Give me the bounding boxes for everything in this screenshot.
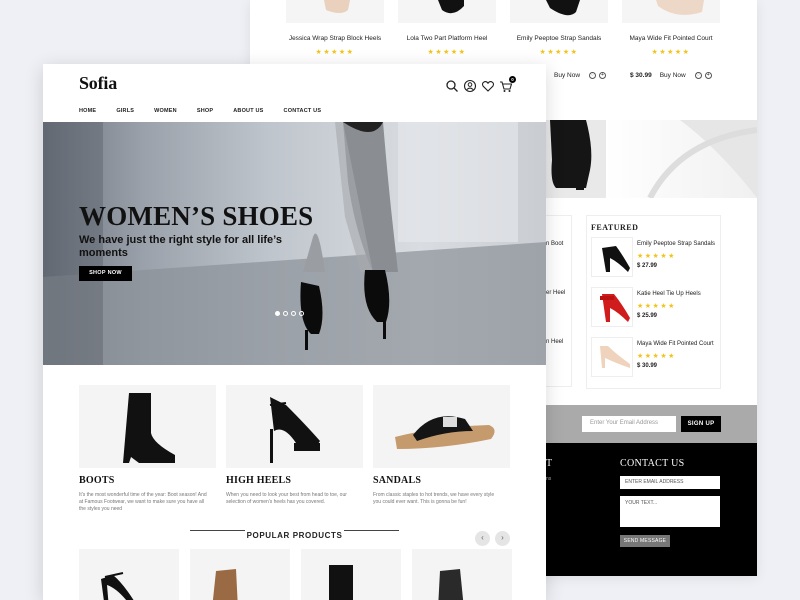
- contact-email-input[interactable]: ENTER EMAIL ADDRESS: [620, 476, 720, 489]
- product-name[interactable]: er Heel: [546, 290, 565, 296]
- popular-product-card[interactable]: [412, 549, 512, 600]
- contact-us-title: CONTACT US: [620, 458, 685, 469]
- product-name[interactable]: Emily Peeptoe Strap Sandals: [637, 241, 715, 247]
- logo[interactable]: Sofia: [79, 73, 117, 94]
- category-image[interactable]: [226, 385, 363, 468]
- popular-product-card[interactable]: [79, 549, 179, 600]
- hero-banner: WOMEN’S SHOES We have just the right sty…: [43, 122, 546, 365]
- product-price: $ 30.99: [637, 363, 658, 369]
- product-image[interactable]: [398, 0, 496, 23]
- product-image[interactable]: [286, 0, 384, 23]
- rating-stars: ★★★★★: [539, 49, 579, 56]
- product-name[interactable]: Lola Two Part Platform Heel: [398, 35, 496, 42]
- rating-stars: ★★★★★: [427, 49, 467, 56]
- product-price: $ 25.99: [637, 313, 658, 319]
- carousel-dot[interactable]: [275, 311, 280, 316]
- carousel-dot[interactable]: [283, 311, 288, 316]
- prev-arrow-icon[interactable]: ‹: [475, 531, 490, 546]
- product-name[interactable]: n Heel: [546, 339, 563, 345]
- rating-stars: ★★★★★: [637, 303, 676, 310]
- featured-title: FEATURED: [591, 223, 639, 232]
- featured-item[interactable]: Emily Peeptoe Strap Sandals ★★★★★ $ 27.9…: [591, 237, 719, 277]
- product-name[interactable]: Emily Peeptoe Strap Sandals: [510, 35, 608, 42]
- category-card-high-heels[interactable]: HIGH HEELS When you need to look your be…: [226, 385, 363, 506]
- popular-product-card[interactable]: [301, 549, 401, 600]
- category-description: It's the most wonderful time of the year…: [79, 492, 207, 512]
- cart-icon[interactable]: 0: [499, 76, 516, 93]
- category-image[interactable]: [373, 385, 510, 468]
- product-price: $ 27.99: [637, 263, 658, 269]
- product-image[interactable]: [510, 0, 608, 23]
- footer: T ns CONTACT US ENTER EMAIL ADDRESS YOUR…: [546, 443, 757, 576]
- product-image[interactable]: [591, 237, 633, 277]
- product-image[interactable]: [591, 337, 633, 377]
- category-image[interactable]: [79, 385, 216, 468]
- carousel-dots: [275, 311, 304, 316]
- nav-item-about-us[interactable]: ABOUT US: [233, 108, 263, 114]
- popular-product-card[interactable]: [190, 549, 290, 600]
- featured-panel: FEATURED Emily Peeptoe Strap Sandals ★★★…: [586, 215, 721, 389]
- category-description: When you need to look your best from hea…: [226, 492, 347, 505]
- send-message-button[interactable]: SEND MESSAGE: [620, 535, 670, 547]
- main-nav: HOME GIRLS WOMEN SHOP ABOUT US CONTACT U…: [79, 108, 341, 114]
- category-description: From classic staples to hot trends, we h…: [373, 492, 495, 505]
- heart-icon[interactable]: ♡: [589, 72, 597, 79]
- rating-stars: ★★★★★: [315, 49, 355, 56]
- category-card-sandals[interactable]: SANDALS From classic staples to hot tren…: [373, 385, 510, 506]
- front-page: Sofia 0 HOME GIRLS WOMEN SHOP ABOUT US C…: [43, 64, 546, 600]
- product-card[interactable]: Maya Wide Fit Pointed Court ★★★★★ $ 30.9…: [622, 0, 720, 88]
- search-icon[interactable]: [445, 79, 459, 93]
- category-title[interactable]: SANDALS: [373, 475, 510, 486]
- shop-now-button[interactable]: SHOP NOW: [79, 266, 132, 281]
- category-title[interactable]: HIGH HEELS: [226, 475, 363, 486]
- heart-icon[interactable]: ♡: [694, 72, 702, 79]
- footer-text: ns: [546, 476, 552, 482]
- popular-products-heading: POPULAR PRODUCTS: [43, 525, 546, 543]
- nav-item-women[interactable]: WOMEN: [154, 108, 177, 114]
- nav-item-shop[interactable]: SHOP: [197, 108, 213, 114]
- newsletter-bar: Enter Your Email Address SIGN UP: [546, 405, 757, 443]
- product-actions: $ 30.99 Buy Now ♡ +: [622, 72, 720, 79]
- cart-icon[interactable]: +: [704, 72, 712, 79]
- newsletter-email-input[interactable]: Enter Your Email Address: [582, 416, 676, 432]
- rating-stars: ★★★★★: [637, 253, 676, 260]
- carousel-dot[interactable]: [291, 311, 296, 316]
- buy-now-link[interactable]: Buy Now: [554, 72, 580, 79]
- header-icons: 0: [445, 76, 516, 93]
- nav-item-contact-us[interactable]: CONTACT US: [284, 108, 322, 114]
- rating-stars: ★★★★★: [637, 353, 676, 360]
- nav-item-home[interactable]: HOME: [79, 108, 96, 114]
- featured-item[interactable]: Katie Heel Tie Up Heels ★★★★★ $ 25.99: [591, 287, 719, 327]
- cart-count-badge: 0: [509, 76, 516, 83]
- product-name[interactable]: Katie Heel Tie Up Heels: [637, 291, 701, 297]
- sign-up-button[interactable]: SIGN UP: [681, 416, 721, 432]
- category-title[interactable]: BOOTS: [79, 475, 216, 486]
- product-name[interactable]: Maya Wide Fit Pointed Court: [622, 35, 720, 42]
- category-card-boots[interactable]: BOOTS It's the most wonderful time of th…: [79, 385, 216, 513]
- contact-message-input[interactable]: YOUR TEXT...: [620, 496, 720, 527]
- featured-item[interactable]: Maya Wide Fit Pointed Court ★★★★★ $ 30.9…: [591, 337, 719, 377]
- hero-title: WOMEN’S SHOES: [79, 201, 314, 231]
- rating-stars: ★★★★★: [651, 49, 691, 56]
- product-image[interactable]: [622, 0, 720, 23]
- hero-subtitle: We have just the right style for all lif…: [79, 234, 282, 259]
- footer-heading: T: [546, 458, 553, 469]
- product-image[interactable]: [591, 287, 633, 327]
- product-price: $ 30.99: [630, 72, 652, 79]
- carousel-dot[interactable]: [299, 311, 304, 316]
- cart-icon[interactable]: +: [599, 72, 607, 79]
- popular-products-title: POPULAR PRODUCTS: [246, 531, 343, 540]
- buy-now-link[interactable]: Buy Now: [660, 72, 686, 79]
- side-product-list: n Boot er Heel n Heel: [546, 215, 572, 387]
- product-name[interactable]: Jessica Wrap Strap Block Heels: [286, 35, 384, 42]
- next-arrow-icon[interactable]: ›: [495, 531, 510, 546]
- heart-icon[interactable]: [481, 79, 495, 93]
- product-name[interactable]: n Boot: [546, 241, 563, 247]
- user-icon[interactable]: [463, 79, 477, 93]
- product-name[interactable]: Maya Wide Fit Pointed Court: [637, 341, 714, 347]
- nav-item-girls[interactable]: GIRLS: [116, 108, 134, 114]
